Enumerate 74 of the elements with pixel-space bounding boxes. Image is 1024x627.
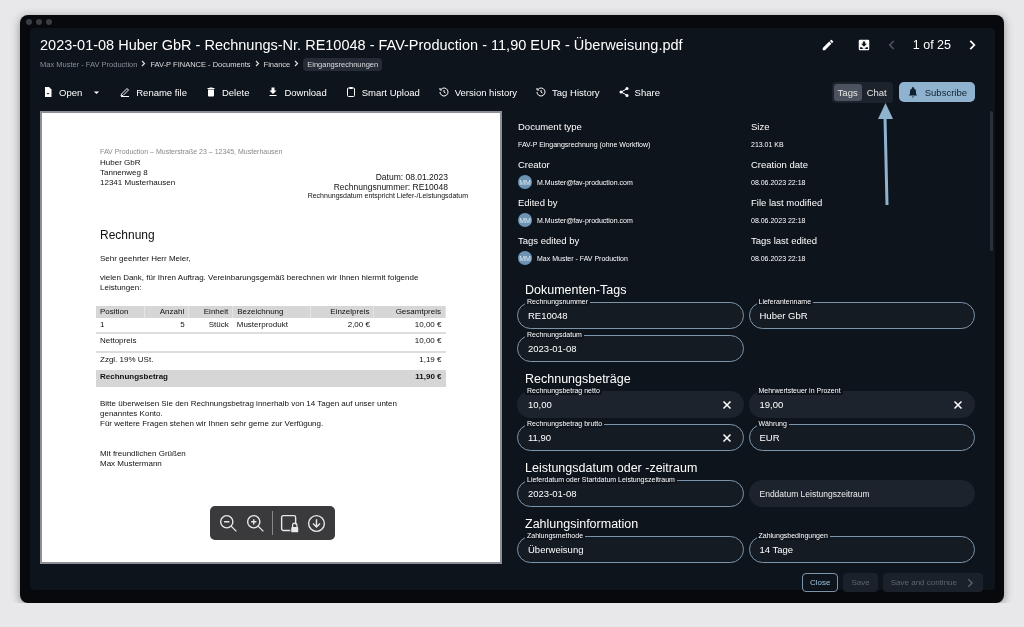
pencil-icon[interactable] xyxy=(820,38,835,52)
zoom-out-icon[interactable] xyxy=(218,512,239,534)
invoice-meta: Rechnungsnummer: RE10048 xyxy=(332,182,448,192)
bell-icon xyxy=(906,86,919,98)
section-title: Leistungsdatum oder -zeitraum xyxy=(524,461,699,476)
table-cell: Rechnungsbetrag xyxy=(96,370,374,387)
table-cell: 10,00 € xyxy=(373,333,446,352)
subscribe-button[interactable]: Subscribe xyxy=(898,82,975,102)
address-line: Huber GbR xyxy=(100,158,142,168)
column-header: Einzelpreis xyxy=(310,306,374,318)
property-label: Creation date xyxy=(751,159,810,171)
page-lock-icon[interactable] xyxy=(279,512,300,534)
zoom-in-icon[interactable] xyxy=(245,512,266,534)
clear-icon[interactable] xyxy=(720,431,733,444)
share-icon xyxy=(617,86,630,98)
paragraph: vielen Dank, für Ihren Auftrag. Vereinbarungsgemäß berechnen wir Ihnen hiermit folgende Leistungen: xyxy=(100,273,420,293)
table-cell: Stück xyxy=(188,318,233,333)
tab[interactable]: Tags xyxy=(833,83,862,101)
signature-line: Mit freundlichen Grüßen xyxy=(100,449,187,459)
property-label: File last modified xyxy=(751,197,824,209)
property-label: Tags last edited xyxy=(751,235,818,247)
document-heading: Rechnung xyxy=(100,230,156,240)
toolbar-button[interactable]: Delete xyxy=(202,86,252,98)
download-icon xyxy=(267,86,280,98)
column-header: Anzahl xyxy=(144,306,189,318)
toolbar-button[interactable]: Rename file xyxy=(117,86,189,98)
section-title: Dokumenten-Tags xyxy=(524,283,628,298)
column-header: Einheit xyxy=(188,306,233,318)
table-cell: Musterprodukt xyxy=(232,318,311,333)
address-line: Tannenweg 8 xyxy=(100,168,149,178)
chevron-icon xyxy=(294,59,300,67)
column-header: Gesamtpreis xyxy=(373,306,446,318)
document-icon xyxy=(42,86,54,98)
property-label: Creator xyxy=(518,159,551,171)
paragraph: Für weitere Fragen stehen wir Ihnen sehr gerne zur Verfügung. xyxy=(100,419,325,429)
toolbar-button[interactable]: Tag History xyxy=(533,86,602,98)
toolbar-button[interactable]: Share xyxy=(615,86,662,98)
toolbar-button[interactable]: Version history xyxy=(435,86,520,98)
footer-button[interactable]: Close xyxy=(802,573,839,592)
download-icon[interactable] xyxy=(306,512,327,534)
toolbar-button[interactable]: Open xyxy=(40,86,104,98)
window-title: 2023-01-08 Huber GbR - Rechnungs-Nr. RE10048 - FAV-Production - 11,90 EUR - Überweisung.pdf xyxy=(40,37,684,53)
table-cell: 11,90 € xyxy=(373,370,446,387)
chevron-icon xyxy=(141,59,147,67)
table-cell: 2,00 € xyxy=(310,318,374,333)
section-title: Rechnungsbeträge xyxy=(524,372,632,387)
paragraph: Sehr geehrter Herr Meier, xyxy=(100,254,192,264)
property-label: Size xyxy=(751,121,771,133)
table-cell: Nettopreis xyxy=(96,333,374,352)
table-cell: 10,00 € xyxy=(373,318,446,333)
property-label: Document type xyxy=(518,121,583,133)
toolbar-button[interactable]: Download xyxy=(265,86,329,98)
invoice-meta: Datum: 08.01.2023 xyxy=(374,172,448,182)
section-title: Zahlungsinformation xyxy=(524,517,640,532)
paragraph: Bitte überweisen Sie den Rechnungsbetrag innerhalb von 14 Tagen auf unser unten genanntes Konto. xyxy=(100,399,398,419)
table-cell: 5 xyxy=(144,318,189,333)
clipboard-icon xyxy=(344,86,357,98)
address-line: 12341 Musterhausen xyxy=(100,178,176,188)
clear-icon[interactable] xyxy=(720,398,733,411)
toolbar-button[interactable]: Smart Upload xyxy=(342,86,422,98)
page-counter: 1 of 25 xyxy=(912,38,951,52)
history-icon xyxy=(535,86,548,98)
column-header: Position xyxy=(96,306,145,318)
history-icon xyxy=(437,86,450,98)
property-label: Edited by xyxy=(518,197,559,209)
signature-line: Max Mustermann xyxy=(100,459,163,469)
table-cell: 1 xyxy=(96,318,145,333)
pencil-icon xyxy=(119,86,132,98)
tab[interactable]: Chat xyxy=(862,83,891,101)
clear-icon[interactable] xyxy=(952,398,964,411)
chevron-icon xyxy=(254,59,260,67)
download-box-icon[interactable] xyxy=(856,38,871,52)
column-header: Bezeichnung xyxy=(232,306,311,318)
property-label: Tags edited by xyxy=(518,235,581,247)
